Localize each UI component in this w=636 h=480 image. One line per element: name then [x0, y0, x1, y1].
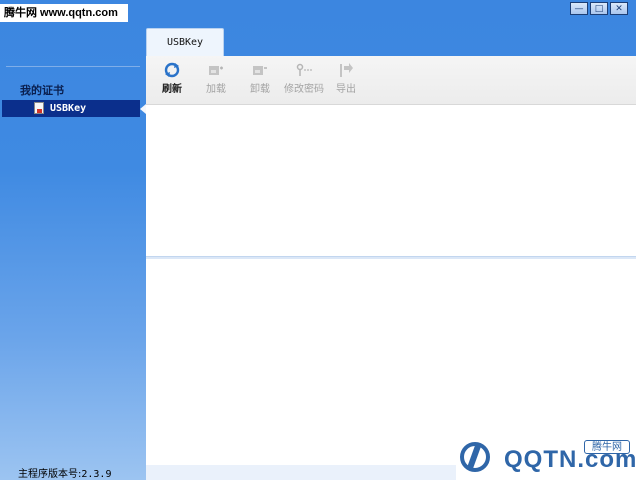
refresh-button[interactable]: 刷新	[162, 62, 182, 95]
app-window: 腾牛网 www.qqtn.com — □ ✕ USBKey 我的证书 USBKe…	[0, 0, 636, 480]
change-password-button[interactable]: 修改密码	[284, 62, 324, 95]
watermark-logo: QQTN.com 腾牛网	[456, 436, 636, 480]
tab-usbkey[interactable]: USBKey	[146, 28, 224, 57]
window-controls: — □ ✕	[570, 2, 628, 15]
version-info: 主程序版本号:2.3.9	[18, 465, 111, 480]
sidebar-heading: 我的证书	[20, 84, 64, 97]
change-password-label: 修改密码	[284, 84, 324, 95]
sidebar-divider	[6, 66, 140, 67]
maximize-button[interactable]: □	[590, 2, 608, 15]
minimize-button[interactable]: —	[570, 2, 588, 15]
logo-mark-icon	[460, 442, 490, 472]
unload-label: 卸载	[250, 84, 270, 95]
sidebar: 我的证书 USBKey	[0, 56, 146, 480]
certificate-list-pane[interactable]	[146, 105, 636, 255]
load-icon	[209, 66, 223, 75]
unload-icon	[253, 66, 267, 75]
sidebar-item-usbkey[interactable]: USBKey	[2, 100, 146, 117]
export-button[interactable]: 导出	[336, 62, 356, 95]
close-button[interactable]: ✕	[610, 2, 628, 15]
load-button[interactable]: 加载	[206, 62, 226, 95]
key-password-icon	[296, 63, 312, 76]
version-value: 2.3.9	[81, 469, 112, 480]
refresh-icon	[164, 62, 180, 78]
export-icon	[340, 63, 353, 77]
export-label: 导出	[336, 84, 356, 95]
main-panel: 刷新 加载 卸载 修改密码 导出	[146, 56, 636, 465]
usb-key-icon	[34, 102, 44, 114]
toolbar: 刷新 加载 卸载 修改密码 导出	[146, 56, 636, 105]
load-label: 加载	[206, 84, 226, 95]
unload-button[interactable]: 卸载	[250, 62, 270, 95]
certificate-detail-pane[interactable]	[146, 259, 636, 465]
logo-badge: 腾牛网	[584, 440, 630, 454]
refresh-label: 刷新	[162, 84, 182, 95]
version-label: 主程序版本号:	[18, 469, 82, 480]
watermark-banner: 腾牛网 www.qqtn.com	[0, 4, 128, 22]
sidebar-item-label: USBKey	[50, 103, 87, 114]
